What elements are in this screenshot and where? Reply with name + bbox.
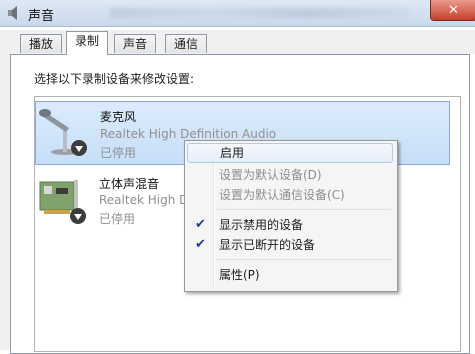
close-button[interactable]: ✕ bbox=[430, 0, 475, 21]
instructions-label: 选择以下录制设备来修改设置: bbox=[34, 72, 195, 86]
tab-label: 通信 bbox=[174, 37, 199, 51]
tab-recording[interactable]: 录制 bbox=[66, 31, 109, 55]
menu-item-show-disconnected[interactable]: ✔ 显示已断开的设备 bbox=[187, 235, 393, 255]
device-status: 已停用 bbox=[100, 146, 137, 160]
menu-item-label: 设置为默认通信设备(C) bbox=[219, 188, 345, 202]
menu-item-enable[interactable]: 启用 bbox=[187, 143, 393, 163]
tab-label: 录制 bbox=[75, 34, 100, 48]
checkmark-icon: ✔ bbox=[195, 237, 206, 252]
device-name: 麦克风 bbox=[100, 110, 137, 124]
menu-separator bbox=[217, 209, 391, 210]
blurred-toolbar bbox=[110, 8, 410, 18]
context-menu: 启用 设置为默认设备(D) 设置为默认通信设备(C) ✔ 显示禁用的设备 ✔ 显… bbox=[184, 140, 398, 292]
device-name: 立体声混音 bbox=[99, 177, 160, 191]
menu-item-label: 启用 bbox=[220, 146, 245, 160]
microphone-icon bbox=[39, 109, 87, 156]
window-title: 声音 bbox=[28, 9, 55, 24]
tab-playback[interactable]: 播放 bbox=[20, 34, 63, 53]
checkmark-icon: ✔ bbox=[195, 217, 206, 232]
tab-label: 播放 bbox=[29, 37, 54, 51]
menu-item-show-disabled[interactable]: ✔ 显示禁用的设备 bbox=[187, 215, 393, 235]
dialog-edge bbox=[0, 30, 10, 350]
close-icon: ✕ bbox=[448, 2, 459, 18]
tab-label: 声音 bbox=[123, 37, 148, 51]
menu-item-label: 显示已断开的设备 bbox=[219, 238, 316, 252]
device-description: Realtek High Definition Audio bbox=[100, 127, 277, 141]
speaker-icon bbox=[8, 6, 17, 20]
device-status: 已停用 bbox=[99, 212, 136, 226]
menu-item-label: 设置为默认设备(D) bbox=[219, 168, 322, 182]
menu-item-properties[interactable]: 属性(P) bbox=[187, 265, 393, 285]
menu-item-label: 属性(P) bbox=[219, 268, 260, 282]
title-bar: 声音 bbox=[0, 0, 475, 27]
tab-communications[interactable]: 通信 bbox=[165, 34, 208, 53]
menu-separator bbox=[217, 259, 391, 260]
menu-item-set-default-comm[interactable]: 设置为默认通信设备(C) bbox=[187, 185, 393, 205]
tab-sounds[interactable]: 声音 bbox=[114, 34, 157, 53]
sound-card-icon bbox=[39, 180, 86, 224]
menu-item-label: 显示禁用的设备 bbox=[219, 218, 304, 232]
menu-item-set-default[interactable]: 设置为默认设备(D) bbox=[187, 165, 393, 185]
